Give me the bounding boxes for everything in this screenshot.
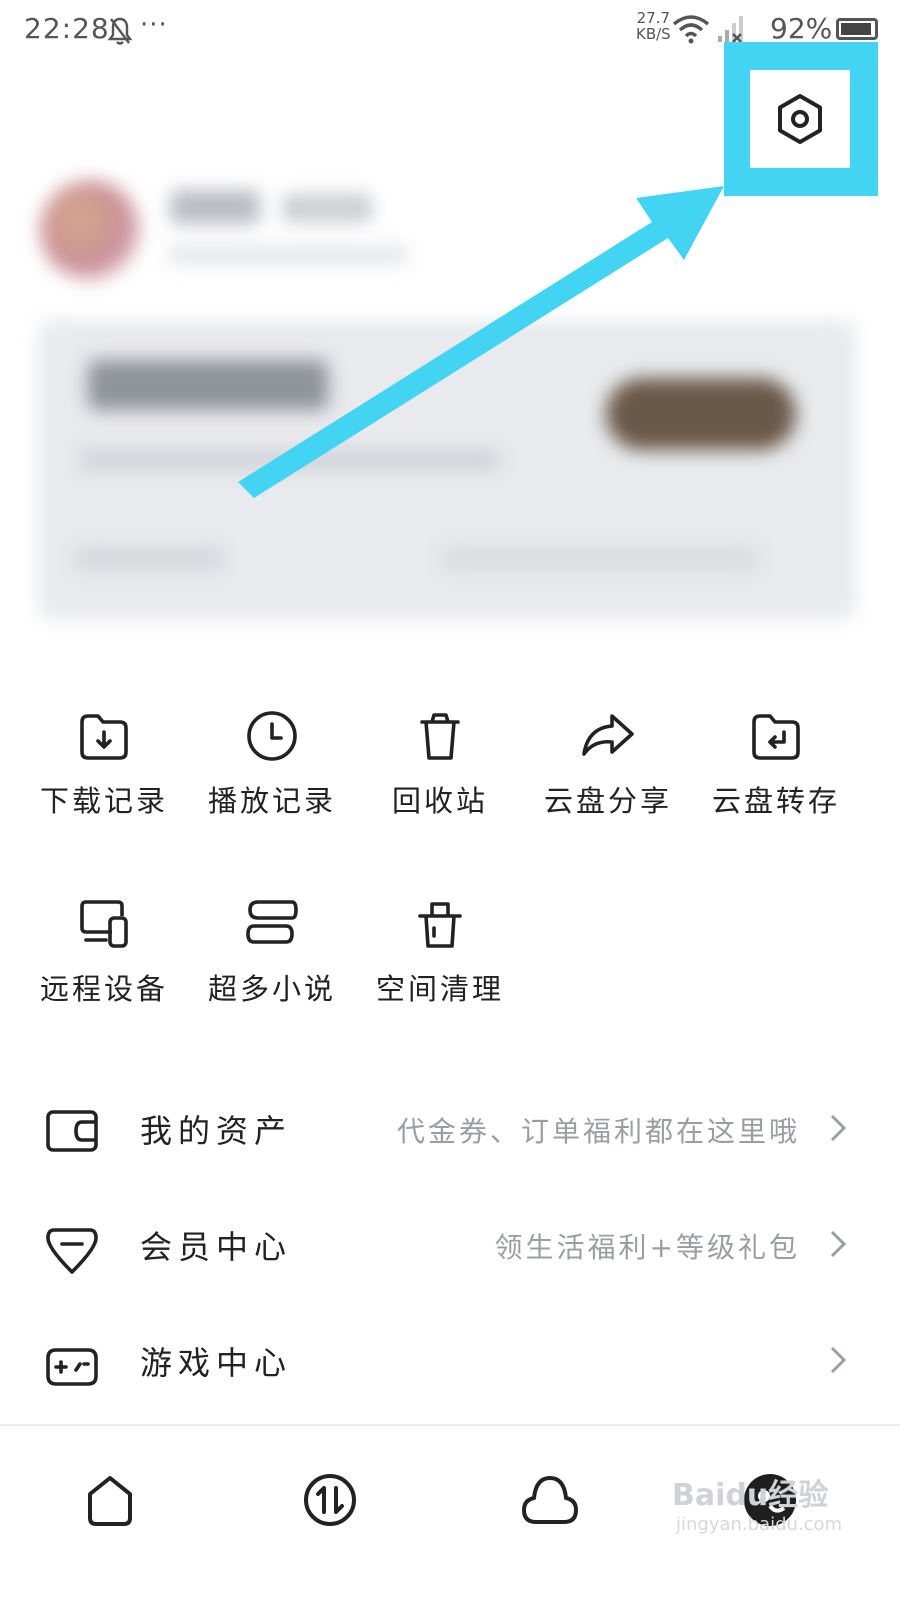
diamond-icon [46, 1228, 98, 1274]
grid-label: 超多小说 [207, 972, 336, 1006]
grid-item-cloud-share[interactable]: 云盘分享 [524, 708, 692, 848]
gamepad-icon [46, 1348, 98, 1386]
membership-footer-right-blurred [440, 548, 760, 570]
row-hint: 代金券、订单福利都在这里哦 [396, 1115, 800, 1148]
grid-item-cloud-transfer[interactable]: 云盘转存 [692, 708, 860, 848]
row-title: 游戏中心 [140, 1344, 293, 1382]
grid-item-space-cleanup[interactable]: 空间清理 [356, 896, 524, 1036]
chevron-right-icon [830, 1346, 847, 1374]
status-time: 22:28 [24, 12, 110, 45]
transfer-icon[interactable] [300, 1470, 360, 1530]
grid-label: 空间清理 [375, 972, 504, 1006]
grid-item-recycle-bin[interactable]: 回收站 [356, 708, 524, 848]
chevron-right-icon [830, 1114, 847, 1142]
devices-icon [80, 900, 128, 948]
grid-item-download-records[interactable]: 下载记录 [20, 708, 188, 848]
grid-label: 云盘分享 [543, 784, 672, 818]
grid-label: 远程设备 [39, 972, 168, 1006]
bell-off-icon [108, 17, 132, 45]
profile-name-blurred [170, 190, 260, 224]
cloud-icon[interactable] [520, 1470, 580, 1530]
membership-footer-left-blurred [74, 548, 224, 570]
list-row-member-center[interactable]: 会员中心 领生活福利+等级礼包 [0, 1190, 900, 1306]
list-row-game-center[interactable]: 游戏中心 [0, 1306, 900, 1422]
settings-button[interactable] [750, 70, 850, 168]
chevron-right-icon [830, 1230, 847, 1258]
row-title: 会员中心 [140, 1228, 293, 1266]
clean-bucket-icon [418, 902, 462, 948]
grid-item-play-records[interactable]: 播放记录 [188, 708, 356, 848]
watermark-url: jingyan.baidu.com [676, 1514, 843, 1535]
profile-subtitle-blurred [168, 246, 408, 264]
grid-item-remote-devices[interactable]: 远程设备 [20, 896, 188, 1036]
profile-name-blurred-2 [282, 194, 372, 222]
battery-percent: 92% [770, 12, 833, 45]
book-icon [246, 900, 298, 944]
list-row-my-assets[interactable]: 我的资产 代金券、订单福利都在这里哦 [0, 1074, 900, 1190]
signal-icon [718, 16, 743, 43]
net-speed: 27.7 KB/S [636, 10, 671, 42]
net-speed-unit: KB/S [636, 25, 671, 43]
row-hint: 领生活福利+等级礼包 [494, 1231, 800, 1264]
membership-desc-blurred [80, 450, 500, 470]
wifi-icon [672, 15, 710, 44]
folder-download-icon [80, 714, 128, 760]
grid-label: 播放记录 [207, 784, 336, 818]
trash-icon [420, 713, 460, 760]
grid-label: 下载记录 [39, 784, 168, 818]
wallet-icon [46, 1110, 98, 1152]
membership-title-blurred [88, 360, 328, 410]
profile-avatar-blurred[interactable] [40, 180, 140, 280]
membership-button-blurred[interactable] [606, 378, 796, 450]
clock-icon [247, 711, 297, 761]
net-speed-value: 27.7 [636, 9, 671, 27]
more-dots: ··· [140, 10, 168, 40]
grid-item-novels[interactable]: 超多小说 [188, 896, 356, 1036]
share-arrow-icon [582, 714, 634, 756]
hexagon-settings-icon [778, 94, 822, 144]
folder-return-icon [752, 714, 800, 760]
watermark-logo: Baidu经验 [672, 1478, 829, 1513]
row-title: 我的资产 [140, 1112, 293, 1150]
home-icon[interactable] [80, 1470, 140, 1530]
grid-label: 回收站 [391, 784, 488, 818]
battery-icon [836, 18, 878, 40]
grid-label: 云盘转存 [711, 784, 840, 818]
